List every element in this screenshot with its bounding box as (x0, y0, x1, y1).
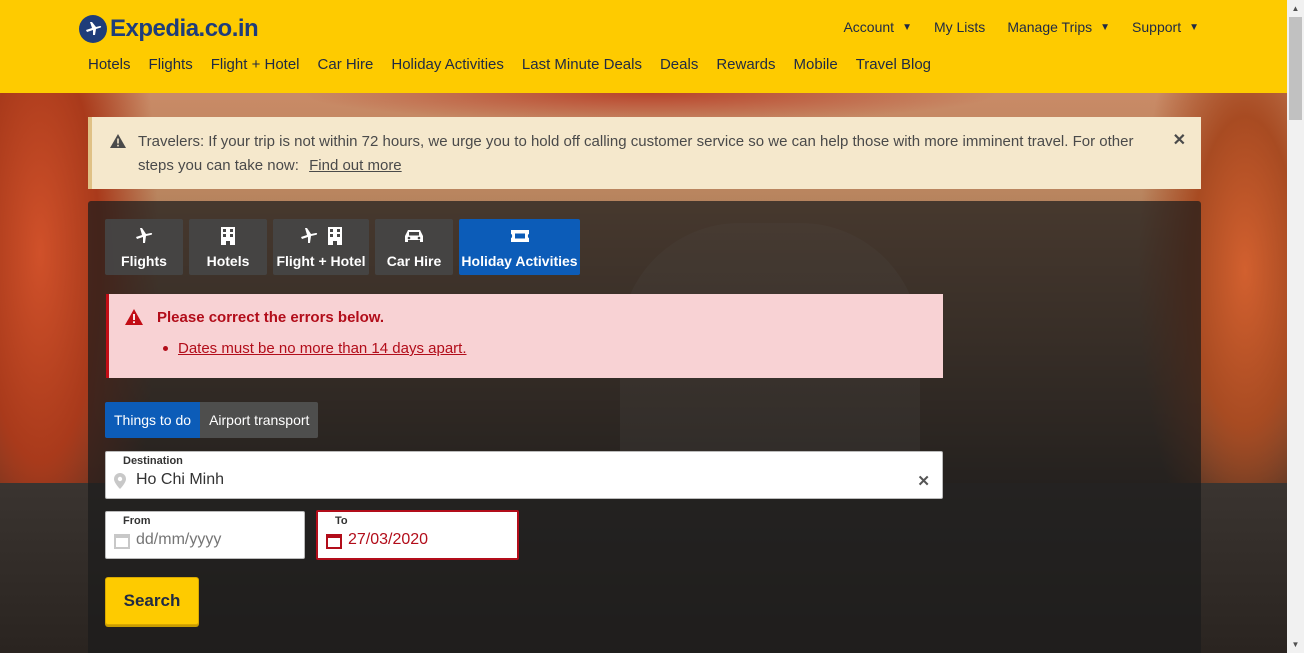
page-scrollbar[interactable]: ▲ ▼ (1287, 0, 1304, 653)
map-pin-icon (114, 473, 126, 494)
manage-trips-label: Manage Trips (1007, 19, 1093, 35)
bullet (163, 346, 168, 351)
nav-holiday-activities[interactable]: Holiday Activities (391, 56, 504, 73)
destination-input[interactable] (136, 471, 847, 489)
tab-flight-hotel-label: Flight + Hotel (276, 252, 366, 269)
globe-plane-icon (79, 15, 107, 43)
scroll-up-arrow-icon[interactable]: ▲ (1287, 0, 1304, 17)
nav-flight-hotel[interactable]: Flight + Hotel (211, 56, 300, 73)
tab-flights[interactable]: Flights (105, 219, 183, 275)
tab-flights-label: Flights (121, 252, 167, 269)
from-date-field[interactable]: From (105, 511, 305, 559)
tab-car-hire-label: Car Hire (386, 252, 442, 269)
ticket-icon (510, 229, 529, 242)
building-icon (328, 226, 342, 245)
tab-car-hire[interactable]: Car Hire (375, 219, 453, 275)
tab-flight-hotel[interactable]: Flight + Hotel (273, 219, 369, 275)
expedia-logo[interactable]: Expedia.co.in (79, 12, 259, 46)
tab-holiday-activities[interactable]: Holiday Activities (459, 219, 580, 275)
tab-hotels-label: Hotels (206, 252, 250, 269)
calendar-icon (114, 533, 130, 554)
chevron-down-icon: ▼ (902, 21, 912, 33)
tab-holiday-activities-label: Holiday Activities (461, 252, 578, 269)
account-menu[interactable]: Account ▼ (843, 19, 912, 35)
logo-text: Expedia.co.in (110, 15, 259, 42)
chevron-down-icon: ▼ (1100, 21, 1111, 33)
account-label: Account (843, 19, 895, 35)
site-header: Expedia.co.in Account ▼ My Lists Manage … (0, 0, 1287, 93)
date-range-error-link[interactable]: Dates must be no more than 14 days apart… (178, 340, 467, 357)
my-lists-link[interactable]: My Lists (934, 19, 985, 35)
nav-flights[interactable]: Flights (149, 56, 193, 73)
from-label: From (123, 515, 151, 527)
support-label: Support (1132, 19, 1182, 35)
subtab-airport-transport[interactable]: Airport transport (200, 402, 319, 438)
subtab-things-to-do[interactable]: Things to do (105, 402, 201, 438)
destination-field[interactable]: Destination ✕ (105, 451, 943, 499)
find-out-more-link[interactable]: Find out more (309, 157, 402, 174)
activity-subtabs: Things to do Airport transport (105, 402, 319, 438)
nav-travel-blog[interactable]: Travel Blog (856, 56, 931, 73)
error-list: Dates must be no more than 14 days apart… (163, 340, 467, 357)
advisory-text: Travelers: If your trip is not within 72… (138, 133, 1134, 174)
from-date-input[interactable] (136, 531, 305, 549)
support-menu[interactable]: Support ▼ (1132, 19, 1199, 35)
close-icon[interactable]: ✕ (1173, 129, 1186, 153)
utility-nav: Account ▼ My Lists Manage Trips ▼ Suppor… (843, 19, 1199, 35)
plane-icon (136, 227, 153, 243)
travel-advisory-banner: Travelers: If your trip is not within 72… (88, 117, 1201, 189)
car-icon (405, 229, 423, 242)
to-date-field[interactable]: To (316, 510, 519, 560)
nav-rewards[interactable]: Rewards (716, 56, 775, 73)
error-summary: Please correct the errors below. Dates m… (106, 294, 943, 378)
building-icon (221, 226, 235, 245)
error-title: Please correct the errors below. (157, 309, 385, 326)
clear-icon[interactable]: ✕ (917, 472, 930, 490)
my-lists-label: My Lists (933, 19, 986, 35)
chevron-down-icon: ▼ (1189, 21, 1199, 33)
to-label: To (335, 515, 348, 527)
list-item: Dates must be no more than 14 days apart… (163, 340, 467, 357)
nav-last-minute-deals[interactable]: Last Minute Deals (522, 56, 642, 73)
warning-icon (110, 132, 126, 156)
nav-deals[interactable]: Deals (660, 56, 698, 73)
scroll-down-arrow-icon[interactable]: ▼ (1287, 636, 1304, 653)
nav-car-hire[interactable]: Car Hire (318, 56, 374, 73)
search-panel: Flights Hotels Flight + Hotel Car Hire H… (88, 201, 1201, 653)
manage-trips-menu[interactable]: Manage Trips ▼ (1007, 19, 1110, 35)
product-tabs: Flights Hotels Flight + Hotel Car Hire H… (105, 219, 580, 275)
to-date-input[interactable] (348, 531, 518, 549)
scrollbar-thumb[interactable] (1289, 17, 1302, 120)
nav-mobile[interactable]: Mobile (794, 56, 838, 73)
main-nav: Hotels Flights Flight + Hotel Car Hire H… (88, 56, 931, 73)
calendar-icon (326, 533, 342, 554)
tab-hotels[interactable]: Hotels (189, 219, 267, 275)
warning-icon (125, 309, 143, 330)
search-button[interactable]: Search (105, 577, 199, 625)
nav-hotels[interactable]: Hotels (88, 56, 131, 73)
destination-label: Destination (123, 455, 183, 467)
plane-icon (301, 227, 318, 243)
